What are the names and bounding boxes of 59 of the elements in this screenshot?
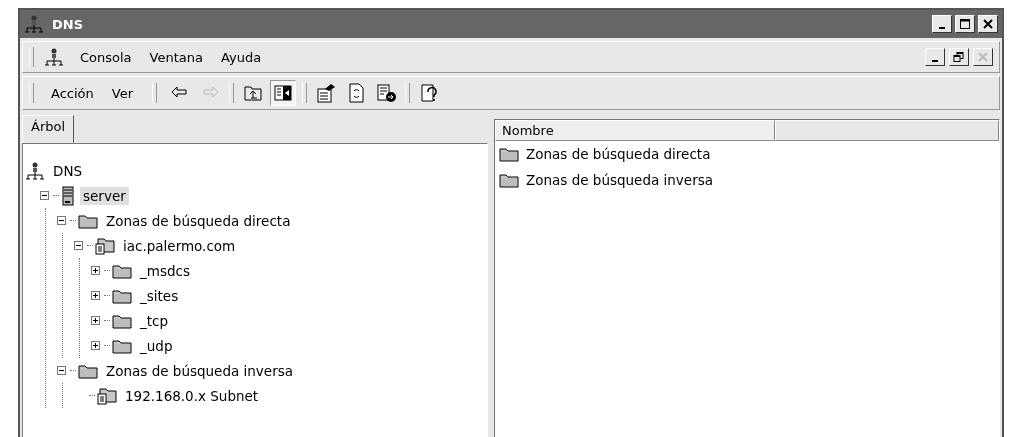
menu-item[interactable]: Ver <box>104 83 140 103</box>
restore-icon <box>952 51 966 63</box>
maximize-button[interactable] <box>955 15 975 33</box>
minimize-icon <box>932 60 938 62</box>
expand-icon[interactable] <box>91 266 100 275</box>
expand-icon[interactable] <box>91 316 100 325</box>
tree-item[interactable]: iac.palermo.com <box>120 236 239 255</box>
tree-tab[interactable]: Árbol <box>22 115 75 143</box>
folder-icon <box>112 337 132 354</box>
folder-icon <box>499 172 519 188</box>
window-title: DNS <box>52 16 84 32</box>
folder-icon <box>78 212 98 229</box>
minimize-icon <box>939 27 945 29</box>
collapse-icon[interactable] <box>74 241 83 250</box>
menu-item[interactable]: Ventana <box>142 47 210 67</box>
close-button[interactable] <box>978 15 998 33</box>
properties-icon <box>315 82 337 104</box>
tree-pane-icon <box>272 82 294 104</box>
expand-icon[interactable] <box>91 341 100 350</box>
console-icon <box>44 48 64 66</box>
export-list-icon <box>375 82 397 104</box>
help-icon <box>418 82 440 104</box>
restore-button[interactable] <box>949 48 969 66</box>
list-item[interactable]: Zonas de búsqueda inversa <box>526 172 713 188</box>
folder-icon <box>112 262 132 279</box>
tree-item[interactable]: DNS <box>50 161 86 180</box>
minimize-button[interactable] <box>925 48 945 66</box>
zone-icon <box>95 236 115 255</box>
column-header[interactable] <box>775 120 999 141</box>
tree-item[interactable]: Zonas de búsqueda directa <box>103 211 294 230</box>
tree-item[interactable]: 192.168.0.x Subnet <box>122 386 262 405</box>
folder-icon <box>499 146 519 162</box>
collapse-icon[interactable] <box>57 216 66 225</box>
close-icon <box>976 51 990 63</box>
dns-network-icon <box>25 161 45 180</box>
folder-icon <box>112 287 132 304</box>
tree-item[interactable]: _sites <box>137 286 182 305</box>
tree-item[interactable]: Zonas de búsqueda inversa <box>103 361 296 380</box>
maximize-icon <box>958 18 972 30</box>
collapse-icon[interactable] <box>57 366 66 375</box>
app-icon <box>24 15 44 33</box>
folder-icon <box>78 362 98 379</box>
expand-icon[interactable] <box>91 291 100 300</box>
list-item[interactable]: Zonas de búsqueda directa <box>526 146 711 162</box>
tree-item[interactable]: _tcp <box>137 311 172 330</box>
server-icon <box>61 185 75 206</box>
folder-icon <box>112 312 132 329</box>
tree-pane-button[interactable] <box>270 80 296 106</box>
zone-icon <box>97 386 117 405</box>
tree-item[interactable]: _msdcs <box>137 261 193 280</box>
menu-item[interactable]: Consola <box>73 47 139 67</box>
menu-item[interactable]: Acción <box>44 83 101 103</box>
tree-item[interactable]: server <box>80 186 129 205</box>
menu-item[interactable]: Ayuda <box>213 47 269 67</box>
tree-item[interactable]: _udp <box>137 336 176 355</box>
close-icon <box>981 18 995 30</box>
minimize-button[interactable] <box>932 15 952 33</box>
column-header[interactable]: Nombre <box>495 120 775 141</box>
collapse-icon[interactable] <box>40 191 49 200</box>
